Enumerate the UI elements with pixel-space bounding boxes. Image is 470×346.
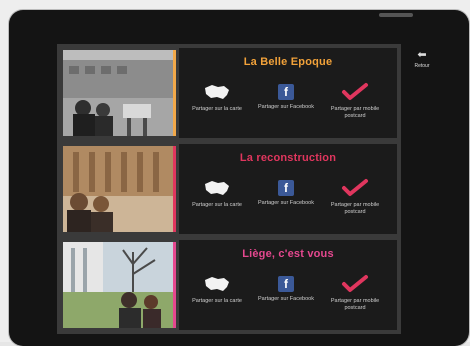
row-title: Liège, c'est vous <box>242 248 334 260</box>
content-area: La Belle Epoque Partager sur la carte f … <box>57 44 401 334</box>
photo-reconstruction <box>63 146 176 232</box>
share-facebook-button[interactable]: f Partager sur Facebook <box>256 274 316 328</box>
map-belgium-icon <box>205 85 229 99</box>
facebook-icon: f <box>278 180 294 196</box>
share-facebook-button[interactable]: f Partager sur Facebook <box>256 178 316 232</box>
photo-liege-cest-vous-image <box>63 242 173 328</box>
share-postcard-button[interactable]: Partager par mobile postcard <box>325 82 385 136</box>
facebook-icon: f <box>278 84 294 100</box>
era-row-belle-epoque: La Belle Epoque Partager sur la carte f … <box>61 48 397 138</box>
map-belgium-icon <box>205 181 229 195</box>
share-map-button[interactable]: Partager sur la carte <box>187 178 247 232</box>
share-postcard-button[interactable]: Partager par mobile postcard <box>325 274 385 328</box>
tablet-screen: La Belle Epoque Partager sur la carte f … <box>9 10 469 346</box>
share-facebook-label: Partager sur Facebook <box>258 200 314 206</box>
share-postcard-label: Partager par mobile postcard <box>330 298 380 311</box>
share-map-label: Partager sur la carte <box>192 298 242 304</box>
row-panel: Liège, c'est vous Partager sur la carte … <box>179 240 397 330</box>
row-panel: La Belle Epoque Partager sur la carte f … <box>179 48 397 138</box>
row-title: La reconstruction <box>239 152 337 164</box>
postcard-check-icon <box>342 275 368 292</box>
home-button[interactable] <box>23 58 43 78</box>
share-facebook-label: Partager sur Facebook <box>258 104 314 110</box>
share-map-button[interactable]: Partager sur la carte <box>187 274 247 328</box>
tablet-top-bar <box>379 13 413 17</box>
era-row-reconstruction: La reconstruction Partager sur la carte … <box>61 144 397 234</box>
photo-belle-epoque <box>63 50 176 136</box>
share-postcard-label: Partager par mobile postcard <box>330 106 380 119</box>
share-facebook-button[interactable]: f Partager sur Facebook <box>256 82 316 136</box>
share-map-label: Partager sur la carte <box>192 106 242 112</box>
back-label: Retour <box>414 63 430 69</box>
share-facebook-label: Partager sur Facebook <box>258 296 314 302</box>
photo-reconstruction-image <box>63 146 173 232</box>
row-panel: La reconstruction Partager sur la carte … <box>179 144 397 234</box>
back-arrow-icon: ⬅ <box>417 49 427 61</box>
share-postcard-label: Partager par mobile postcard <box>330 202 380 215</box>
back-button[interactable]: ⬅ Retour <box>407 49 437 70</box>
share-map-button[interactable]: Partager sur la carte <box>187 82 247 136</box>
share-postcard-button[interactable]: Partager par mobile postcard <box>325 178 385 232</box>
row-title: La Belle Epoque <box>243 56 333 68</box>
share-map-label: Partager sur la carte <box>192 202 242 208</box>
photo-liege-cest-vous <box>63 242 176 328</box>
postcard-check-icon <box>342 179 368 196</box>
era-row-liege-cest-vous: Liège, c'est vous Partager sur la carte … <box>61 240 397 330</box>
device-frame: La Belle Epoque Partager sur la carte f … <box>0 0 470 346</box>
photo-belle-epoque-image <box>63 50 173 136</box>
postcard-check-icon <box>342 83 368 100</box>
facebook-icon: f <box>278 276 294 292</box>
map-belgium-icon <box>205 277 229 291</box>
